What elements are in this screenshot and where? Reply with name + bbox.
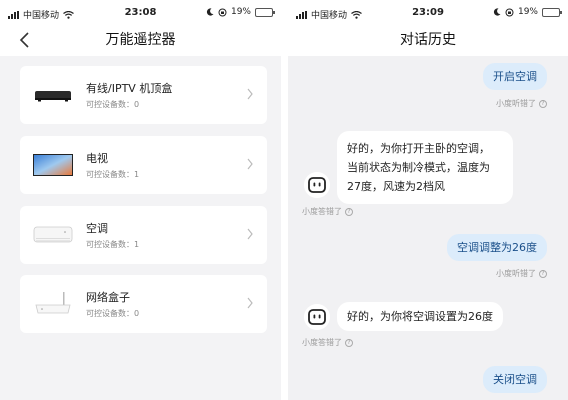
device-card-network-box[interactable]: 网络盒子 可控设备数：0 [20,275,267,333]
orientation-lock-icon [505,8,514,16]
dialog-history-screen: 中国移动 23:09 19% 对话历史 开启空调 小度听错了? 好的，为你打开主… [288,0,568,400]
remote-control-screen: 中国移动 23:08 19% 万能遥控器 有线/IPTV 机顶盒 可控设备数：0… [0,0,281,400]
air-conditioner-icon [33,226,73,243]
page-title: 万能遥控器 [105,32,176,48]
battery-percent: 19% [230,7,251,17]
battery-percent: 19% [517,7,538,17]
orientation-lock-icon [218,8,227,16]
misheard-feedback[interactable]: 小度听错了? [496,268,547,279]
battery-icon [542,7,562,17]
chevron-right-icon [247,297,253,309]
help-icon[interactable]: ? [345,207,353,216]
device-count: 可控设备数：0 [86,100,140,109]
status-bar: 中国移动 23:08 19% [0,0,281,26]
device-name: 空调 [86,222,108,235]
chevron-right-icon [247,228,253,240]
bot-avatar-icon [304,172,330,198]
help-icon[interactable]: ? [539,269,547,278]
chevron-right-icon [247,88,253,100]
device-card-set-top-box[interactable]: 有线/IPTV 机顶盒 可控设备数：0 [20,66,267,124]
status-bar: 中国移动 23:09 19% [288,0,568,26]
device-count: 可控设备数：1 [86,240,140,249]
device-name: 有线/IPTV 机顶盒 [86,82,173,95]
device-name: 网络盒子 [86,291,130,304]
nav-bar: 万能遥控器 [0,26,281,56]
chevron-right-icon [247,158,253,170]
panel-divider [281,0,288,400]
device-count: 可控设备数：0 [86,309,140,318]
tv-icon [33,154,73,176]
nav-bar: 对话历史 [288,26,568,56]
wrong-answer-feedback[interactable]: 小度答错了? [302,206,353,217]
device-name: 电视 [86,152,108,165]
battery-icon [255,7,275,17]
help-icon[interactable]: ? [345,338,353,347]
bot-avatar-icon [304,304,330,330]
user-message-bubble: 空调调整为26度 [447,234,547,261]
page-title: 对话历史 [400,32,456,48]
moon-icon [493,8,501,16]
user-message-bubble: 开启空调 [483,63,547,90]
device-card-air-conditioner[interactable]: 空调 可控设备数：1 [20,206,267,264]
network-box-icon [35,292,71,314]
moon-icon [206,8,214,16]
misheard-feedback[interactable]: 小度听错了? [496,98,547,109]
device-card-tv[interactable]: 电视 可控设备数：1 [20,136,267,194]
wrong-answer-feedback[interactable]: 小度答错了? [302,337,353,348]
help-icon[interactable]: ? [539,99,547,108]
bot-message-bubble: 好的，为你将空调设置为26度 [337,302,503,331]
user-message-bubble: 关闭空调 [483,366,547,393]
set-top-box-icon [35,91,71,102]
bot-message-bubble: 好的，为你打开主卧的空调， 当前状态为制冷模式，温度为 27度，风速为2档风 [337,131,513,204]
device-count: 可控设备数：1 [86,170,140,179]
